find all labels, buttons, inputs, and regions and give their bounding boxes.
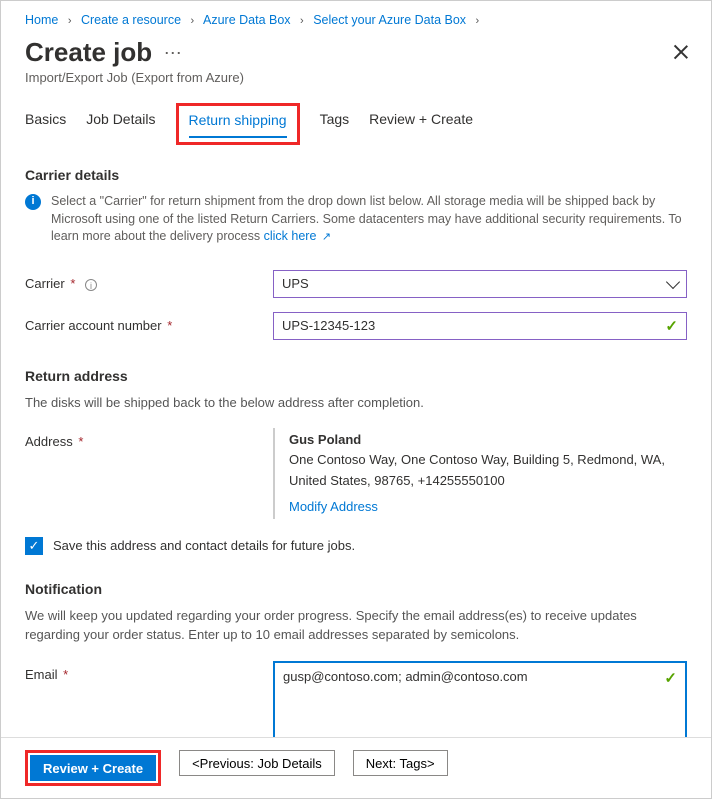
tabs: Basics Job Details Return shipping Tags …	[25, 107, 687, 145]
email-value: gusp@contoso.com; admin@contoso.com	[283, 669, 528, 684]
next-button[interactable]: Next: Tags>	[353, 750, 448, 776]
address-line: One Contoso Way, One Contoso Way, Buildi…	[289, 450, 687, 490]
tab-tags[interactable]: Tags	[320, 107, 350, 145]
check-icon: ✓	[664, 669, 677, 687]
address-block: Gus Poland One Contoso Way, One Contoso …	[273, 428, 687, 519]
external-link-icon: ↗	[322, 230, 331, 245]
email-label: Email	[25, 667, 58, 682]
breadcrumb-azure-data-box[interactable]: Azure Data Box	[203, 13, 291, 27]
highlight-box: Review + Create	[25, 750, 161, 786]
breadcrumb: Home › Create a resource › Azure Data Bo…	[25, 9, 687, 37]
carrier-label: Carrier	[25, 276, 65, 291]
carrier-account-input[interactable]: UPS-12345-123 ✓	[273, 312, 687, 340]
breadcrumb-create-resource[interactable]: Create a resource	[81, 13, 181, 27]
tab-return-shipping[interactable]: Return shipping	[189, 108, 287, 138]
tab-review-create[interactable]: Review + Create	[369, 107, 473, 145]
carrier-account-value: UPS-12345-123	[282, 318, 665, 333]
tab-basics[interactable]: Basics	[25, 107, 66, 145]
carrier-select[interactable]: UPS	[273, 270, 687, 298]
section-carrier-details: Carrier details	[25, 167, 687, 183]
address-label: Address	[25, 434, 73, 449]
delivery-process-link[interactable]: click here	[264, 229, 317, 243]
more-actions-icon[interactable]: ⋯	[156, 43, 182, 64]
page-subtitle: Import/Export Job (Export from Azure)	[25, 70, 687, 85]
carrier-value: UPS	[282, 276, 668, 291]
breadcrumb-select-data-box[interactable]: Select your Azure Data Box	[313, 13, 466, 27]
save-address-label: Save this address and contact details fo…	[53, 538, 355, 553]
tab-job-details[interactable]: Job Details	[86, 107, 155, 145]
chevron-down-icon	[666, 274, 680, 288]
previous-button[interactable]: <Previous: Job Details	[179, 750, 335, 776]
address-name: Gus Poland	[289, 430, 687, 450]
email-input[interactable]: gusp@contoso.com; admin@contoso.com ✓	[273, 661, 687, 737]
modify-address-link[interactable]: Modify Address	[289, 497, 378, 517]
page-title: Create job	[25, 37, 152, 68]
carrier-account-label: Carrier account number	[25, 318, 162, 333]
section-return-address: Return address	[25, 368, 687, 384]
notification-desc: We will keep you updated regarding your …	[25, 607, 687, 645]
check-icon: ✓	[665, 317, 678, 335]
info-icon: i	[25, 194, 41, 210]
review-create-button[interactable]: Review + Create	[30, 755, 156, 781]
return-address-desc: The disks will be shipped back to the be…	[25, 394, 687, 413]
footer: Review + Create <Previous: Job Details N…	[1, 737, 711, 798]
close-icon[interactable]	[671, 43, 691, 63]
breadcrumb-home[interactable]: Home	[25, 13, 58, 27]
highlight-box: Return shipping	[176, 103, 300, 145]
section-notification: Notification	[25, 581, 687, 597]
carrier-info-text: Select a "Carrier" for return shipment f…	[51, 193, 687, 246]
save-address-checkbox[interactable]: ✓	[25, 537, 43, 555]
carrier-help-icon[interactable]: i	[85, 279, 97, 291]
